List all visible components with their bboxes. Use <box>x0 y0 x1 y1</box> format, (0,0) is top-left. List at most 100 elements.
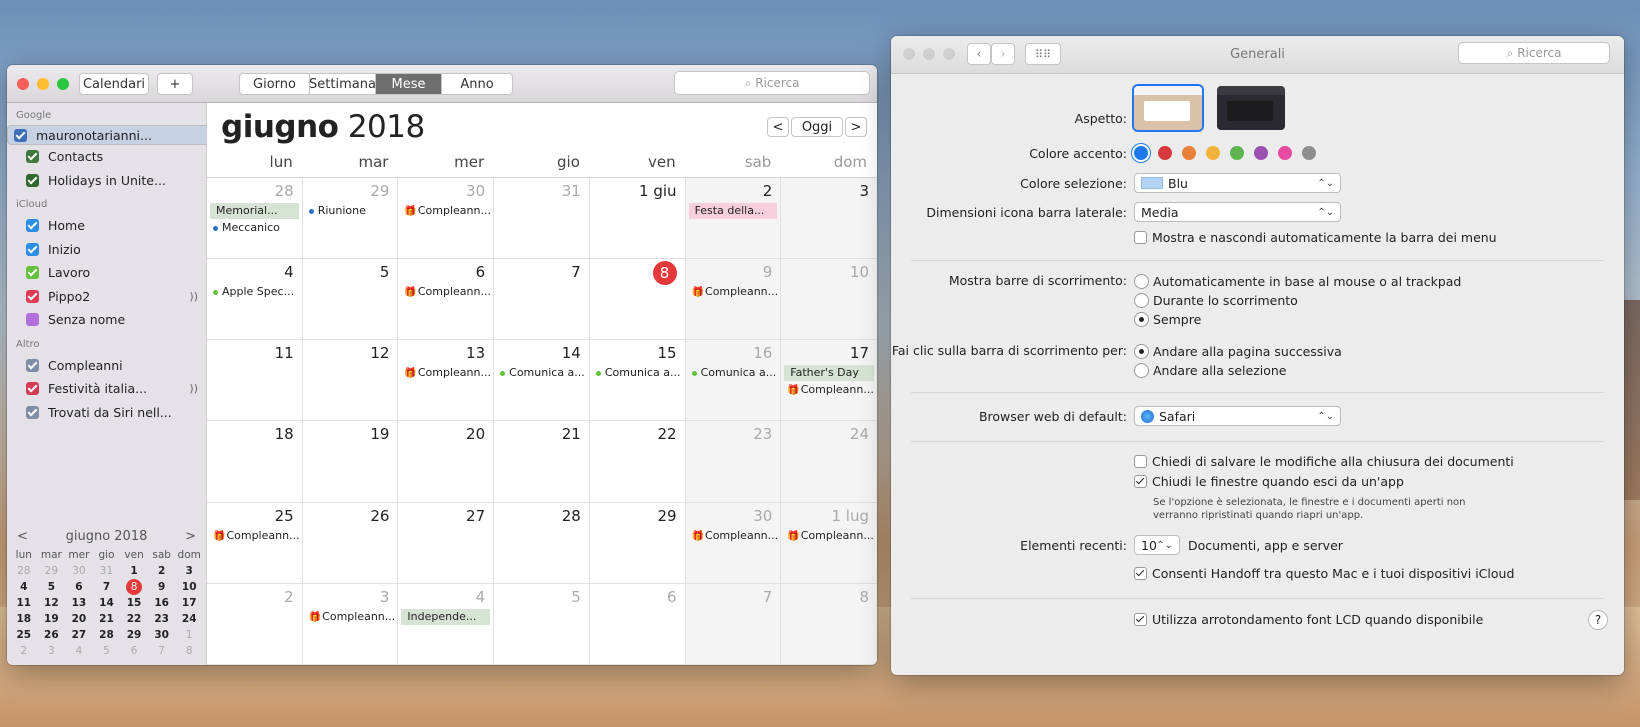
scrollbar-click-radio[interactable] <box>1134 344 1149 359</box>
mini-day[interactable]: 28 <box>93 627 121 643</box>
day-cell[interactable]: 6 <box>589 583 686 665</box>
mini-day[interactable]: 10 <box>175 579 203 595</box>
scrollbars-radio[interactable] <box>1134 274 1149 289</box>
mini-day[interactable]: 4 <box>65 643 93 659</box>
mini-day[interactable]: 21 <box>93 611 121 627</box>
calendar-event[interactable]: Apple Spec... <box>210 284 299 300</box>
calendar-event[interactable]: Meccanico <box>210 220 299 236</box>
minimize-button[interactable] <box>37 78 49 90</box>
recent-items-popup[interactable]: 10 ⌃⌄ <box>1134 535 1180 555</box>
accent-color-swatch[interactable] <box>1206 146 1220 160</box>
mini-day[interactable]: 15 <box>120 595 148 611</box>
calendar-checkbox[interactable] <box>14 128 27 142</box>
view-tab-anno[interactable]: Anno <box>442 74 512 94</box>
ask-save-checkbox[interactable] <box>1134 455 1147 468</box>
mini-day[interactable]: 3 <box>175 563 203 579</box>
calendar-event[interactable]: 🎁Compleann... <box>784 382 874 398</box>
day-cell[interactable]: 29 <box>589 502 686 584</box>
day-cell[interactable]: 11 <box>207 340 303 422</box>
sidebar-item-calendar[interactable]: Inizio <box>7 238 206 262</box>
day-cell[interactable]: 25 🎁Compleann... <box>207 502 303 584</box>
day-cell[interactable]: 7 <box>494 259 590 341</box>
calendar-event[interactable]: Comunica a... <box>497 365 586 381</box>
calendar-event[interactable]: 🎁Compleann... <box>306 609 395 625</box>
day-cell[interactable]: 10 <box>781 259 877 341</box>
day-cell[interactable]: 15 Comunica a... <box>589 340 686 422</box>
calendar-checkbox[interactable] <box>26 382 39 396</box>
sidebar-item-calendar[interactable]: Contacts <box>7 145 206 169</box>
calendar-event[interactable]: 🎁Compleann... <box>210 528 299 544</box>
mini-day[interactable]: 13 <box>65 595 93 611</box>
accent-color-swatch[interactable] <box>1230 146 1244 160</box>
day-cell[interactable]: 4 Independe... <box>398 583 495 665</box>
calendar-event[interactable]: Independe... <box>401 608 491 625</box>
calendar-checkbox[interactable] <box>26 405 39 419</box>
day-cell[interactable]: 24 <box>781 421 877 503</box>
view-tab-mese[interactable]: Mese <box>376 74 442 94</box>
autohide-menubar-checkbox[interactable] <box>1134 231 1147 244</box>
calendar-event[interactable]: 🎁Compleann... <box>689 528 778 544</box>
calendar-event[interactable]: 🎁Compleann... <box>401 203 490 219</box>
mini-day[interactable]: 29 <box>120 627 148 643</box>
mini-day[interactable]: 11 <box>10 595 38 611</box>
mini-day[interactable]: 27 <box>65 627 93 643</box>
prev-month-button[interactable]: < <box>767 117 789 137</box>
calendar-checkbox[interactable] <box>26 358 39 372</box>
day-cell[interactable]: 7 <box>685 583 782 665</box>
day-cell[interactable]: 2 Festa della... <box>685 178 782 260</box>
mini-day[interactable]: 20 <box>65 611 93 627</box>
day-cell[interactable]: 1 lug 🎁Compleann... <box>781 502 877 584</box>
mini-day[interactable]: 1 <box>175 627 203 643</box>
day-cell[interactable]: 20 <box>398 421 495 503</box>
sidebar-item-calendar[interactable]: Lavoro <box>7 261 206 285</box>
scrollbars-option[interactable]: Durante lo scorrimento <box>1134 291 1298 310</box>
day-cell[interactable]: 27 <box>398 502 495 584</box>
mini-day[interactable]: 1 <box>120 563 148 579</box>
day-cell[interactable]: 8 <box>589 259 686 341</box>
sidebar-icon-size-popup[interactable]: Media ⌃⌄ <box>1134 202 1341 222</box>
mini-day[interactable]: 30 <box>65 563 93 579</box>
day-cell[interactable]: 29 Riunione <box>302 178 399 260</box>
day-cell[interactable]: 6 🎁Compleann... <box>398 259 495 341</box>
scrollbars-option[interactable]: Sempre <box>1134 310 1201 329</box>
calendar-event[interactable]: Memorial... <box>210 203 299 219</box>
calendar-checkbox[interactable] <box>26 313 39 327</box>
mini-day[interactable]: 17 <box>175 595 203 611</box>
help-button[interactable]: ? <box>1588 610 1608 630</box>
mini-day[interactable]: 7 <box>93 579 121 595</box>
calendar-checkbox[interactable] <box>26 289 39 303</box>
day-cell[interactable]: 1 giu <box>589 178 686 260</box>
mini-day[interactable]: 5 <box>93 643 121 659</box>
close-button[interactable] <box>17 78 29 90</box>
mini-day[interactable]: 6 <box>65 579 93 595</box>
mini-day[interactable]: 18 <box>10 611 38 627</box>
autohide-menubar-option[interactable]: Mostra e nascondi automaticamente la bar… <box>1134 230 1497 245</box>
mini-day[interactable]: 23 <box>148 611 176 627</box>
accent-color-swatch[interactable] <box>1134 146 1148 160</box>
calendar-event[interactable]: Riunione <box>306 203 395 219</box>
mini-day[interactable]: 16 <box>148 595 176 611</box>
day-cell[interactable]: 9 🎁Compleann... <box>685 259 782 341</box>
next-month-button[interactable]: > <box>845 117 867 137</box>
mini-day[interactable]: 5 <box>38 579 66 595</box>
zoom-button[interactable] <box>57 78 69 90</box>
accent-color-swatch[interactable] <box>1254 146 1268 160</box>
mini-day[interactable]: 2 <box>10 643 38 659</box>
mini-day[interactable]: 12 <box>38 595 66 611</box>
prefs-search-field[interactable]: ⌕ Ricerca <box>1458 42 1610 64</box>
calendar-event[interactable]: 🎁Compleann... <box>401 284 490 300</box>
appearance-light-thumbnail[interactable] <box>1134 86 1202 130</box>
day-cell[interactable]: 5 <box>494 583 590 665</box>
day-cell[interactable]: 28 <box>494 502 590 584</box>
day-cell[interactable]: 19 <box>302 421 399 503</box>
mini-next-button[interactable]: > <box>185 529 196 544</box>
day-cell[interactable]: 3 🎁Compleann... <box>302 583 399 665</box>
day-cell[interactable]: 5 <box>302 259 399 341</box>
sidebar-item-calendar[interactable]: Holidays in Unite... <box>7 169 206 193</box>
mini-day[interactable]: 19 <box>38 611 66 627</box>
mini-day[interactable]: 9 <box>148 579 176 595</box>
day-cell[interactable]: 23 <box>685 421 782 503</box>
today-button[interactable]: Oggi <box>791 117 843 137</box>
calendar-checkbox[interactable] <box>26 219 39 233</box>
day-cell[interactable]: 4 Apple Spec... <box>207 259 303 341</box>
